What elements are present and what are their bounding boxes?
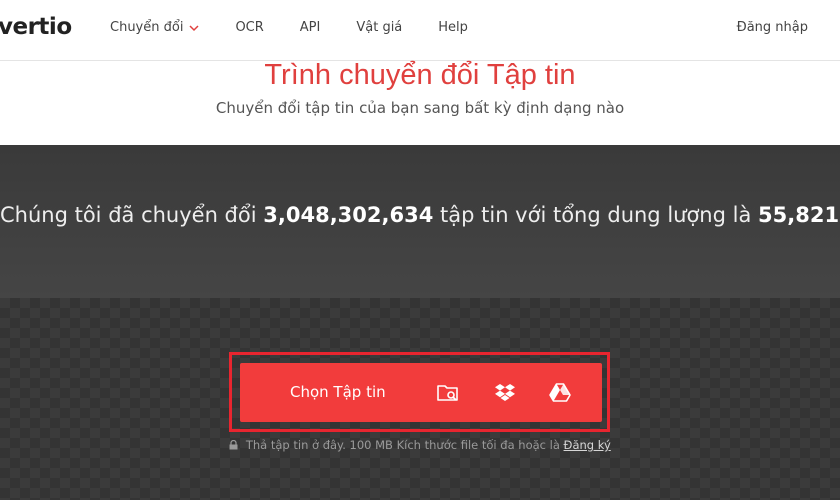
- files-count: 3,048,302,634: [263, 203, 434, 227]
- nav-item-label: Chuyển đổi: [110, 20, 184, 35]
- stats-middle: tập tin với tổng dung lượng là: [440, 203, 752, 227]
- upload-note-text: Thả tập tin ở đây. 100 MB Kích thước fil…: [245, 438, 560, 452]
- lock-icon: [229, 440, 238, 450]
- nav-item-label: OCR: [235, 20, 264, 35]
- nav-item-api[interactable]: API: [300, 20, 321, 35]
- stats-prefix: Chúng tôi đã chuyển đổi: [0, 203, 257, 227]
- nav-item-convert[interactable]: Chuyển đổi: [110, 20, 199, 35]
- page-subtitle: Chuyển đổi tập tin của bạn sang bất kỳ đ…: [215, 99, 625, 117]
- total-size: 55,821: [758, 203, 840, 227]
- logo[interactable]: vertio: [0, 14, 72, 40]
- chevron-down-icon: [189, 24, 199, 31]
- main-nav: Chuyển đổi OCR API Vật giá Help: [110, 20, 504, 35]
- nav-item-label: Help: [438, 20, 468, 35]
- folder-search-icon[interactable]: [436, 381, 460, 405]
- nav-item-ocr[interactable]: OCR: [235, 20, 263, 35]
- nav-item-help[interactable]: Help: [438, 20, 468, 35]
- nav-item-label: Vật giá: [356, 20, 403, 35]
- login-link[interactable]: Đăng nhập: [737, 20, 808, 35]
- google-drive-icon[interactable]: [548, 381, 572, 405]
- hero-section: Trình chuyển đổi Tập tin Chuyển đổi tập …: [0, 61, 840, 145]
- stats-band: Chúng tôi đã chuyển đổi 3,048,302,634 tậ…: [0, 145, 840, 298]
- page-title: Trình chuyển đổi Tập tin: [264, 59, 576, 91]
- nav-item-label: API: [299, 20, 321, 35]
- choose-files-label: Chọn Tập tin: [290, 383, 386, 401]
- choose-files-button[interactable]: Chọn Tập tin: [240, 363, 602, 422]
- top-navbar: vertio Chuyển đổi OCR API Vật giá Help Đ…: [0, 0, 840, 61]
- upload-note: Thả tập tin ở đây. 100 MB Kích thước fil…: [0, 438, 840, 452]
- dropbox-icon[interactable]: [493, 381, 517, 405]
- signup-link[interactable]: Đăng ký: [564, 438, 611, 452]
- stats-line: Chúng tôi đã chuyển đổi 3,048,302,634 tậ…: [0, 203, 840, 227]
- nav-item-pricing[interactable]: Vật giá: [356, 20, 402, 35]
